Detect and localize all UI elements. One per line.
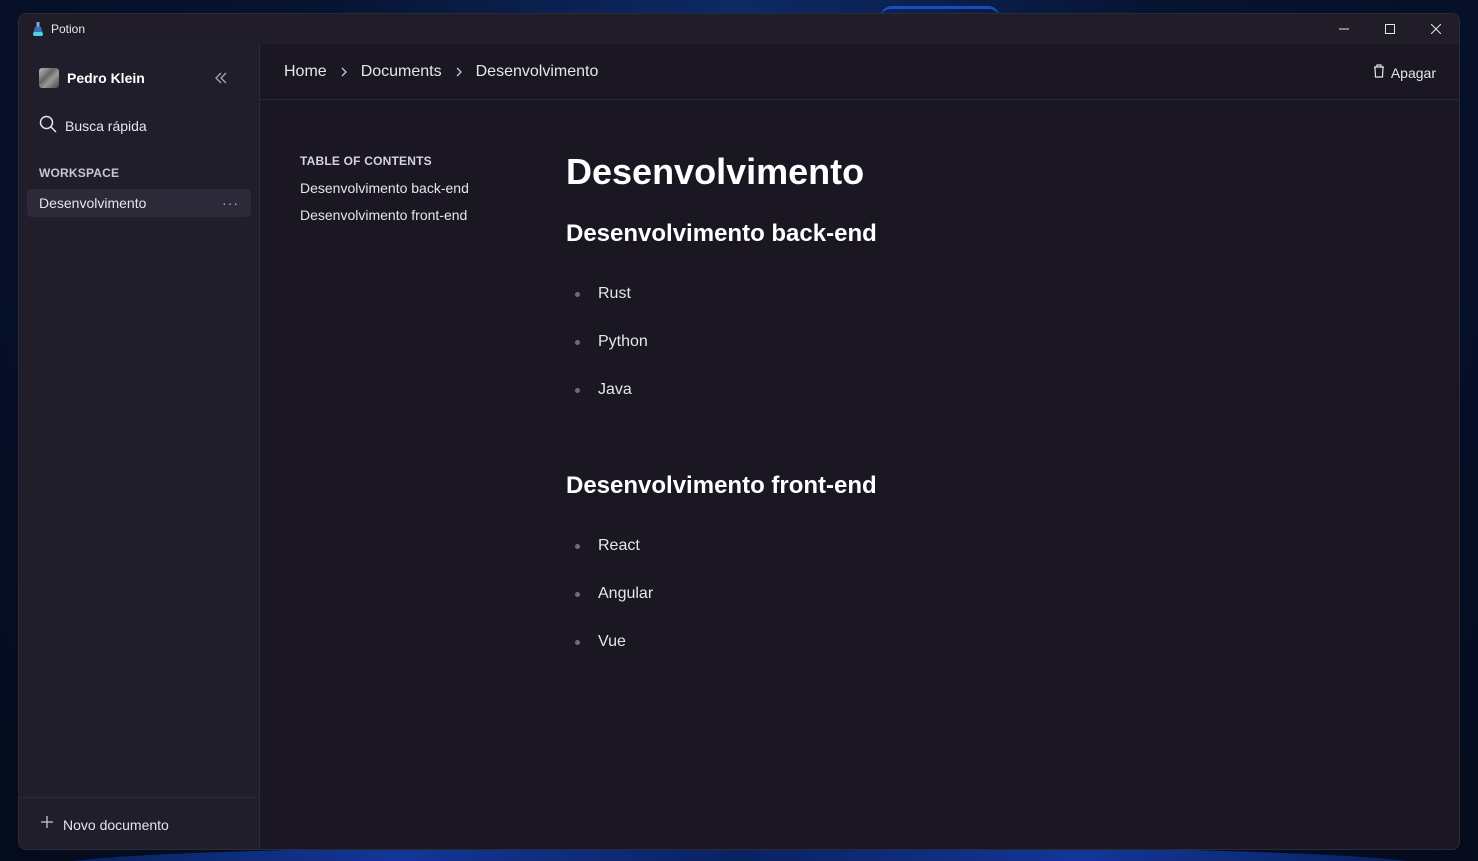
potion-app-icon xyxy=(28,19,48,39)
trash-icon xyxy=(1373,63,1385,83)
table-of-contents: TABLE OF CONTENTS Desenvolvimento back-e… xyxy=(300,154,469,223)
title-bar: Potion xyxy=(19,14,1459,44)
backend-list: Rust Python Java xyxy=(566,270,1266,414)
list-item[interactable]: React xyxy=(566,522,1266,570)
section-heading-backend[interactable]: Desenvolvimento back-end xyxy=(566,218,1266,250)
minimize-button[interactable] xyxy=(1321,14,1367,44)
breadcrumb-current[interactable]: Desenvolvimento xyxy=(476,63,599,81)
breadcrumb-documents[interactable]: Documents xyxy=(361,63,442,81)
list-item-text: React xyxy=(598,537,640,554)
document-title[interactable]: Desenvolvimento xyxy=(566,150,1266,194)
list-item[interactable]: Vue xyxy=(566,618,1266,666)
workspace-heading: WORKSPACE xyxy=(39,166,120,180)
quick-search-button[interactable]: Busca rápida xyxy=(19,114,259,138)
bullet-icon xyxy=(575,339,580,345)
list-item-text: Vue xyxy=(598,633,626,650)
more-options-icon[interactable]: ··· xyxy=(222,195,239,211)
list-item[interactable]: Rust xyxy=(566,270,1266,318)
breadcrumb: Home Documents Desenvolvimento xyxy=(284,63,598,81)
bullet-icon xyxy=(575,591,580,597)
delete-label: Apagar xyxy=(1390,65,1436,81)
list-item-text: Java xyxy=(598,381,632,398)
maximize-button[interactable] xyxy=(1367,14,1413,44)
collapse-sidebar-icon[interactable] xyxy=(211,68,231,88)
window-title: Potion xyxy=(51,22,86,36)
toc-item-frontend[interactable]: Desenvolvimento front-end xyxy=(300,207,469,223)
new-document-label: Novo documento xyxy=(63,816,169,833)
list-item-text: Angular xyxy=(598,585,654,602)
section-heading-frontend[interactable]: Desenvolvimento front-end xyxy=(566,470,1266,502)
list-item[interactable]: Python xyxy=(566,318,1266,366)
chevron-right-icon xyxy=(340,66,348,78)
plus-icon xyxy=(39,814,55,835)
close-button[interactable] xyxy=(1413,14,1459,44)
window-controls xyxy=(1321,14,1459,44)
main-area: Home Documents Desenvolvimento Apagar TA… xyxy=(260,44,1459,849)
top-bar: Home Documents Desenvolvimento Apagar xyxy=(260,44,1459,100)
breadcrumb-home[interactable]: Home xyxy=(284,63,327,81)
user-menu[interactable]: Pedro Klein xyxy=(19,64,259,92)
search-icon xyxy=(39,115,57,138)
new-document-button[interactable]: Novo documento xyxy=(19,797,259,849)
chevron-right-icon xyxy=(455,66,463,78)
bullet-icon xyxy=(575,543,580,549)
user-name: Pedro Klein xyxy=(67,70,145,86)
list-item-text: Rust xyxy=(598,285,631,302)
bullet-icon xyxy=(575,291,580,297)
sidebar-item-label: Desenvolvimento xyxy=(39,195,147,211)
frontend-list: React Angular Vue xyxy=(566,522,1266,666)
bullet-icon xyxy=(575,387,580,393)
toc-item-backend[interactable]: Desenvolvimento back-end xyxy=(300,180,469,196)
bullet-icon xyxy=(575,639,580,645)
list-item[interactable]: Java xyxy=(566,366,1266,414)
sidebar-item-desenvolvimento[interactable]: Desenvolvimento ··· xyxy=(27,189,251,217)
toc-title: TABLE OF CONTENTS xyxy=(300,154,432,168)
document-content[interactable]: Desenvolvimento Desenvolvimento back-end… xyxy=(566,150,1266,666)
delete-button[interactable]: Apagar xyxy=(1373,63,1436,83)
list-item[interactable]: Angular xyxy=(566,570,1266,618)
sidebar: Pedro Klein Busca rápida WORKSPACE Desen… xyxy=(19,44,260,849)
quick-search-label: Busca rápida xyxy=(65,118,147,134)
app-window: Potion Pedro Klein Busca rápida WORKSPAC… xyxy=(18,13,1460,850)
avatar xyxy=(39,68,59,88)
list-item-text: Python xyxy=(598,333,648,350)
